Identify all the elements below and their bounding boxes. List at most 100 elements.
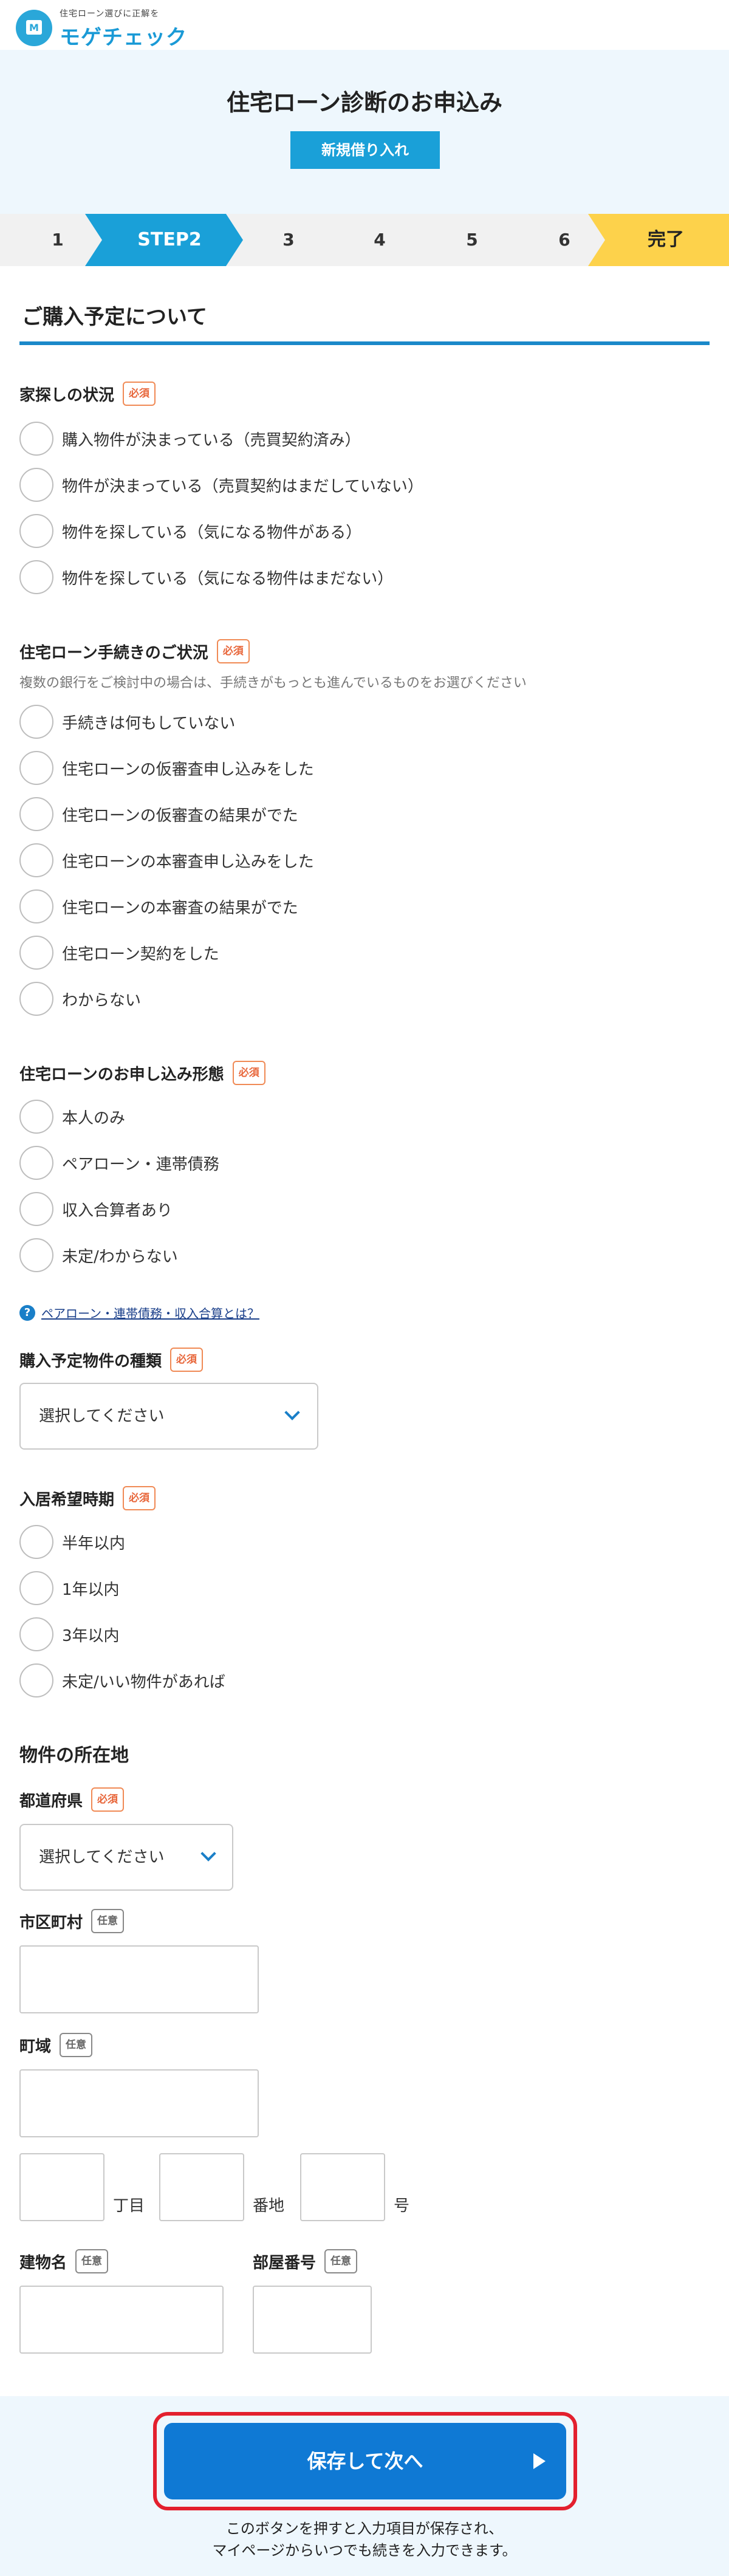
house-hunting-option-2[interactable]: 物件が決まっている（売買契約はまだしていない）: [19, 468, 423, 502]
required-badge: 必須: [91, 1787, 125, 1812]
application-type-option-2[interactable]: ペアローン・連帯債務: [19, 1146, 219, 1180]
radio-button[interactable]: [19, 936, 53, 970]
radio-label: 半年以内: [62, 1534, 126, 1553]
site-header: M 住宅ローン選びに正解を モゲチェック: [0, 0, 729, 50]
logo[interactable]: M 住宅ローン選びに正解を モゲチェック: [16, 4, 187, 50]
move-in-option-2[interactable]: 1年以内: [19, 1571, 120, 1605]
application-type-option-1[interactable]: 本人のみ: [19, 1100, 125, 1134]
radio-button[interactable]: [19, 1146, 53, 1180]
loan-procedure-option-1[interactable]: 手続きは何もしていない: [19, 705, 235, 739]
loan-procedure-option-3[interactable]: 住宅ローンの仮審査の結果がでた: [19, 797, 298, 831]
required-badge: 必須: [216, 639, 250, 663]
banchi-input[interactable]: [159, 2153, 244, 2221]
step-5: 5: [466, 230, 478, 250]
application-type-option-4[interactable]: 未定/わからない: [19, 1238, 178, 1272]
page-title: 住宅ローン診断のお申込み: [226, 89, 503, 116]
optional-badge: 任意: [60, 2033, 93, 2057]
room-input[interactable]: [253, 2286, 372, 2354]
footer-save-area: 保存して次へ このボタンを押すと入力項目が保存され、 マイページからいつでも続き…: [0, 2396, 729, 2576]
radio-button[interactable]: [19, 797, 53, 831]
radio-label: 3年以内: [62, 1626, 120, 1645]
house-hunting-option-3[interactable]: 物件を探している（気になる物件がある）: [19, 514, 361, 548]
loan-procedure-option-2[interactable]: 住宅ローンの仮審査申し込みをした: [19, 751, 314, 785]
house-hunting-option-4[interactable]: 物件を探している（気になる物件はまだない）: [19, 560, 393, 594]
radio-label: 未定/いい物件があれば: [62, 1673, 225, 1691]
radio-button[interactable]: [19, 705, 53, 739]
step-4: 4: [374, 230, 386, 250]
move-in-option-4[interactable]: 未定/いい物件があれば: [19, 1663, 225, 1697]
radio-button[interactable]: [19, 1525, 53, 1559]
radio-button[interactable]: [19, 1617, 53, 1651]
help-link-text[interactable]: ペアローン・連帯債務・収入合算とは？: [41, 1304, 259, 1321]
radio-button[interactable]: [19, 560, 53, 594]
house-hunting-text: 家探しの状況: [19, 386, 115, 405]
required-badge: 必須: [123, 382, 156, 406]
location-heading: 物件の所在地: [19, 1745, 129, 1766]
prefecture-select[interactable]: 選択してください: [19, 1824, 233, 1891]
select-placeholder: 選択してください: [39, 1407, 165, 1425]
radio-button[interactable]: [19, 982, 53, 1016]
house-logo-icon: M: [16, 10, 52, 46]
section-title: ご購入予定について: [22, 305, 207, 329]
radio-label: 住宅ローンの本審査の結果がでた: [62, 899, 298, 917]
property-type-text: 購入予定物件の種類: [19, 1352, 162, 1371]
town-text: 町域: [19, 2037, 52, 2056]
radio-button[interactable]: [19, 1100, 53, 1134]
radio-label: 住宅ローンの仮審査の結果がでた: [62, 806, 298, 825]
brand-name: モゲチェック: [60, 26, 187, 50]
radio-label: 本人のみ: [62, 1109, 126, 1128]
radio-button[interactable]: [19, 889, 53, 923]
move-in-option-3[interactable]: 3年以内: [19, 1617, 120, 1651]
loan-procedure-label: 住宅ローン手続きのご状況 必須: [19, 639, 250, 663]
chevron-down-icon: [200, 1846, 216, 1862]
step-complete: 完了: [588, 214, 729, 266]
go-input[interactable]: [300, 2153, 385, 2221]
radio-label: 住宅ローンの仮審査申し込みをした: [62, 760, 314, 779]
town-input[interactable]: [19, 2069, 259, 2137]
step-2-active: STEP2: [85, 214, 243, 266]
radio-label: 物件を探している（気になる物件はまだない）: [62, 569, 394, 588]
chevron-down-icon: [284, 1405, 300, 1420]
loan-procedure-option-6[interactable]: 住宅ローン契約をした: [19, 936, 219, 970]
required-badge: 必須: [123, 1486, 156, 1510]
room-label: 部屋番号 任意: [253, 2249, 358, 2273]
chome-input[interactable]: [19, 2153, 104, 2221]
house-hunting-label: 家探しの状況 必須: [19, 382, 156, 406]
required-badge: 必須: [170, 1348, 204, 1372]
property-type-select[interactable]: 選択してください: [19, 1383, 318, 1450]
move-in-option-1[interactable]: 半年以内: [19, 1525, 125, 1559]
footer-note: このボタンを押すと入力項目が保存され、 マイページからいつでも続きを入力できます…: [0, 2518, 729, 2561]
save-next-button[interactable]: 保存して次へ: [164, 2423, 566, 2499]
section-divider: [19, 341, 710, 345]
radio-button[interactable]: [19, 468, 53, 502]
help-link[interactable]: ? ペアローン・連帯債務・収入合算とは？: [19, 1304, 259, 1321]
required-badge: 必須: [232, 1061, 265, 1085]
radio-button[interactable]: [19, 1192, 53, 1226]
radio-label: 住宅ローンの本審査申し込みをした: [62, 852, 314, 871]
select-placeholder: 選択してください: [39, 1848, 165, 1866]
radio-label: 収入合算者あり: [62, 1201, 173, 1220]
radio-button[interactable]: [19, 1238, 53, 1272]
footer-note-line-1: このボタンを押すと入力項目が保存され、: [225, 2520, 504, 2537]
radio-button[interactable]: [19, 1571, 53, 1605]
radio-button[interactable]: [19, 751, 53, 785]
house-hunting-option-1[interactable]: 購入物件が決まっている（売買契約済み）: [19, 422, 361, 456]
loan-procedure-text: 住宅ローン手続きのご状況: [19, 643, 208, 662]
building-input[interactable]: [19, 2286, 224, 2354]
loan-procedure-option-5[interactable]: 住宅ローンの本審査の結果がでた: [19, 889, 298, 923]
step-1: 1: [52, 230, 64, 250]
radio-label: 物件が決まっている（売買契約はまだしていない）: [62, 477, 423, 496]
loan-procedure-option-7[interactable]: わからない: [19, 982, 141, 1016]
banchi-suffix: 番地: [253, 2197, 285, 2215]
prefecture-label: 都道府県 必須: [19, 1787, 125, 1812]
building-text: 建物名: [19, 2253, 67, 2272]
radio-button[interactable]: [19, 422, 53, 456]
radio-button[interactable]: [19, 843, 53, 877]
application-type-option-3[interactable]: 収入合算者あり: [19, 1192, 173, 1226]
radio-button[interactable]: [19, 514, 53, 548]
loan-procedure-option-4[interactable]: 住宅ローンの本審査申し込みをした: [19, 843, 314, 877]
radio-button[interactable]: [19, 1663, 53, 1697]
move-in-label: 入居希望時期 必須: [19, 1486, 156, 1510]
radio-label: 住宅ローン契約をした: [62, 945, 219, 964]
city-input[interactable]: [19, 1945, 259, 2013]
